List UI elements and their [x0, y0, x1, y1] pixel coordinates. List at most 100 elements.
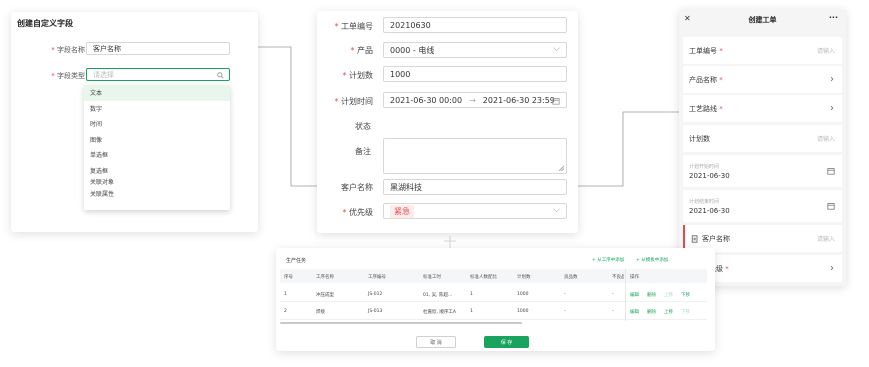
col-good-qty: 良品数: [564, 275, 578, 280]
row1-std-staff: 1: [470, 292, 473, 297]
field-type-select[interactable]: 请选择: [86, 68, 230, 81]
table-row: [280, 285, 707, 302]
row1-move-down-link[interactable]: 下移: [681, 292, 690, 298]
add-from-route-link[interactable]: + 从工序中添加: [592, 257, 624, 263]
option-radio[interactable]: 单选框: [84, 147, 230, 163]
resize-handle-icon: [558, 165, 564, 171]
option-checkbox[interactable]: 复选框: [84, 163, 230, 179]
mobile-customer-label: 客户名称: [702, 234, 730, 243]
customer-input[interactable]: 黑湖科技: [383, 179, 567, 195]
dialog-title: 创建自定义字段: [17, 19, 73, 28]
row2-process-name: 焊接: [316, 310, 325, 315]
plan-start-value: 2021-06-30 00:00: [390, 95, 463, 105]
mobile-plan-qty-placeholder: 请输入: [816, 136, 835, 143]
calendar-icon: [827, 203, 835, 210]
row1-edit-link[interactable]: 编辑: [630, 292, 639, 298]
row1-bad-qty: -: [612, 292, 614, 297]
priority-label: * 优先级: [342, 208, 373, 217]
production-task-panel: 生产任务 + 从工序中添加 + 从模板中添加 序号 工序名称 工序编号 标准工时…: [276, 248, 715, 351]
row2-move-up-link[interactable]: 上移: [664, 309, 673, 315]
chevron-down-icon: ⌵: [553, 44, 560, 54]
field-name-input[interactable]: 客户名称: [86, 42, 230, 55]
row2-process-code: JS-013: [368, 309, 383, 314]
plan-end-value: 2021-06-30 23:59: [482, 95, 555, 105]
mobile-order-no-row[interactable]: 工单编号 * 请输入: [683, 37, 842, 64]
mobile-order-no-label: 工单编号: [689, 46, 717, 55]
row2-plan-qty: 1000: [517, 309, 529, 314]
col-std-staff: 标准人数配比: [470, 275, 497, 280]
mobile-plan-qty-row[interactable]: 计划数 请输入: [683, 125, 842, 152]
mobile-product-label: 产品名称: [689, 75, 717, 84]
field-type-dropdown: 文本 数字 时间 图像 单选框 复选框 关联对象 关联属性: [84, 85, 230, 210]
mobile-plan-start-label: 计划开始时间: [689, 163, 720, 170]
priority-tag: 紧急: [390, 204, 414, 218]
col-index: 序号: [284, 275, 293, 280]
mobile-plan-end-row[interactable]: 计划结束时间 2021-06-30: [683, 190, 842, 222]
col-std-hours: 标准工时: [423, 275, 441, 280]
row2-delete-link[interactable]: 删除: [647, 309, 656, 315]
mobile-order-no-placeholder: 请输入: [816, 48, 835, 55]
plan-time-range[interactable]: 2021-06-30 00:00 → 2021-06-30 23:59: [383, 92, 567, 108]
mobile-title: 创建工单: [748, 16, 777, 24]
row1-move-up-link[interactable]: 上移: [664, 292, 673, 298]
task-table-title: 生产任务: [286, 258, 307, 264]
option-related-attribute[interactable]: 关联属性: [84, 186, 230, 202]
option-number[interactable]: 数字: [84, 101, 230, 117]
plan-qty-label: * 计划数: [342, 71, 373, 80]
row1-good-qty: -: [564, 292, 566, 297]
save-button[interactable]: 保 存: [484, 336, 529, 348]
mobile-header: ✕ 创建工单 ···: [679, 9, 846, 31]
chevron-right-icon: ›: [830, 103, 834, 114]
search-icon: [217, 72, 224, 79]
field-type-placeholder: 请选择: [93, 70, 114, 79]
plan-qty-input[interactable]: 1000: [383, 66, 567, 82]
table-row: [280, 303, 707, 320]
row2-move-down-link[interactable]: 下移: [681, 309, 690, 315]
mobile-product-row[interactable]: 产品名称 * ›: [683, 66, 842, 93]
range-arrow: →: [469, 95, 476, 105]
priority-select[interactable]: 紧急 ⌵: [383, 203, 567, 219]
add-from-template-link[interactable]: + 从模板中添加: [636, 257, 668, 263]
custom-field-dialog: 创建自定义字段 * 字段名称 客户名称 * 字段类型 请选择 文本 数字 时间 …: [11, 12, 258, 232]
option-image[interactable]: 图像: [84, 132, 230, 148]
option-time[interactable]: 时间: [84, 116, 230, 132]
custom-field-icon: [691, 234, 698, 243]
remark-label: 备注: [355, 147, 371, 156]
remark-textarea[interactable]: [383, 138, 567, 174]
mobile-plan-end-value: 2021-06-30: [689, 206, 730, 215]
row2-edit-link[interactable]: 编辑: [630, 309, 639, 315]
mobile-plan-start-value: 2021-06-30: [689, 171, 730, 180]
row1-delete-link[interactable]: 删除: [647, 292, 656, 298]
option-text[interactable]: 文本: [84, 85, 230, 101]
plan-time-label: * 计划时间: [334, 97, 373, 106]
mobile-route-row[interactable]: 工艺路线 * ›: [683, 95, 842, 122]
chevron-right-icon: ›: [830, 74, 834, 85]
work-order-form: * 工单编号 20210630 * 产品 0000 - 电线 ⌵ * 计划数 1…: [317, 11, 578, 233]
more-icon[interactable]: ···: [829, 13, 838, 22]
product-value: 0000 - 电线: [390, 45, 435, 55]
row2-std-hours: 杜嘉欣, 顺序工A: [423, 310, 456, 315]
chevron-right-icon: ›: [830, 263, 834, 274]
row1-process-code: JS-012: [368, 292, 383, 297]
cancel-button[interactable]: 取 消: [416, 336, 456, 348]
col-bad-qty: 不良品数: [612, 275, 624, 280]
option-related-object[interactable]: 关联对象: [84, 178, 230, 186]
row1-index: 1: [284, 292, 287, 297]
row1-process-name: 冲压成型: [316, 293, 334, 298]
row2-bad-qty: -: [612, 309, 614, 314]
status-label: 状态: [355, 122, 371, 131]
order-no-label: * 工单编号: [334, 22, 373, 31]
mobile-plan-start-row[interactable]: 计划开始时间 2021-06-30: [683, 155, 842, 187]
col-actions: 操作: [630, 275, 639, 280]
calendar-icon: [552, 98, 560, 105]
row2-std-staff: 1: [470, 309, 473, 314]
calendar-icon: [827, 168, 835, 175]
customer-label: 客户名称: [341, 183, 373, 192]
horizontal-scrollbar[interactable]: [280, 322, 522, 324]
field-name-label: * 字段名称: [51, 46, 85, 54]
mobile-customer-placeholder: 请输入: [816, 236, 835, 243]
order-no-input[interactable]: 20210630: [383, 17, 567, 33]
product-select[interactable]: 0000 - 电线 ⌵: [383, 42, 567, 58]
col-plan-qty: 计划数: [517, 275, 531, 280]
product-label: * 产品: [350, 46, 373, 55]
